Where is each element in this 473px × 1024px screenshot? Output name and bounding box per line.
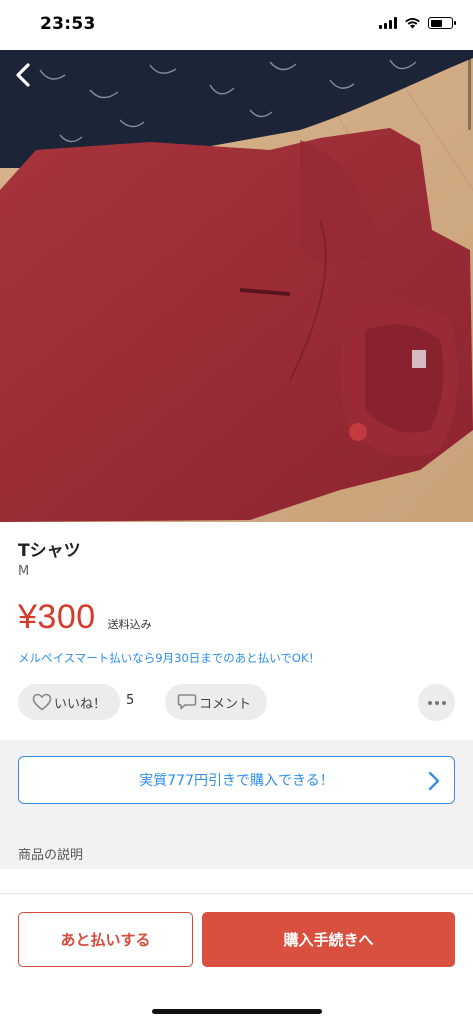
- action-row: いいね！ 5 コメント: [18, 684, 455, 721]
- payment-promo-link[interactable]: メルペイスマート払いなら9月30日までのあと払いでOK！: [18, 650, 320, 666]
- back-button[interactable]: [8, 58, 38, 92]
- price-row: ¥300 送料込み: [18, 598, 152, 637]
- chevron-left-icon: [16, 63, 30, 87]
- more-dots-icon: [427, 700, 432, 705]
- comment-button[interactable]: コメント: [165, 684, 267, 720]
- more-options-button[interactable]: [418, 684, 455, 721]
- comment-icon: [177, 694, 197, 710]
- purchase-button[interactable]: 購入手続きへ: [202, 912, 455, 967]
- wifi-icon: [405, 18, 420, 29]
- product-title: Tシャツ: [18, 541, 81, 561]
- discount-banner-button[interactable]: 実質777円引きで購入できる！: [18, 756, 455, 804]
- scroll-indicator: [468, 58, 471, 130]
- like-label: いいね！: [54, 696, 107, 712]
- like-button[interactable]: いいね！: [18, 684, 120, 720]
- shipping-label: 送料込み: [107, 618, 152, 631]
- status-icons: [379, 17, 456, 29]
- after-pay-button[interactable]: あと払いする: [18, 912, 193, 967]
- product-price: ¥300: [18, 598, 96, 636]
- heart-icon: [32, 693, 52, 711]
- home-indicator: [152, 1009, 322, 1014]
- like-count: 5: [126, 693, 135, 708]
- comment-label: コメント: [199, 696, 252, 712]
- status-bar: 23:53: [0, 0, 473, 50]
- discount-label: 実質777円引きで購入できる！: [139, 773, 334, 789]
- status-time: 23:53: [40, 14, 96, 34]
- cellular-signal-icon: [379, 17, 397, 29]
- chevron-right-icon: [428, 771, 440, 791]
- product-size: M: [18, 564, 30, 579]
- product-photo[interactable]: [0, 50, 473, 522]
- description-header: 商品の説明: [18, 848, 84, 863]
- battery-icon: [428, 17, 456, 29]
